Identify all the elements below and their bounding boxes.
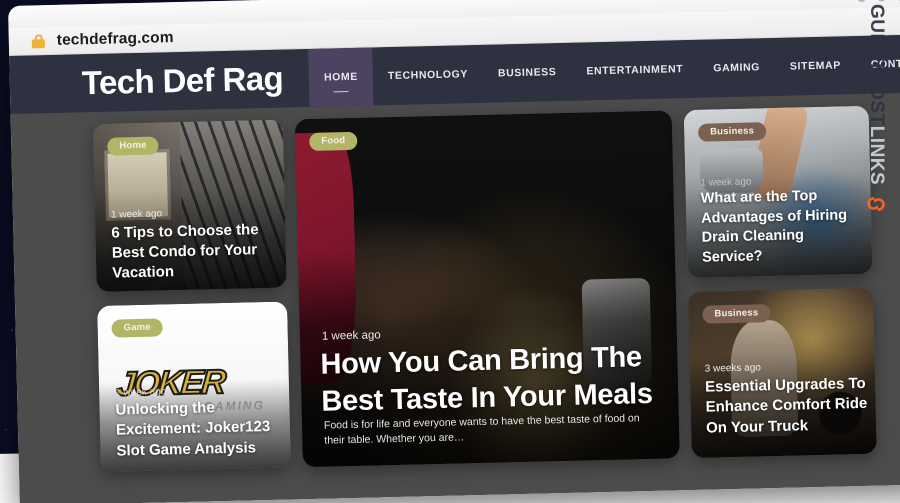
category-badge-business[interactable]: Business [697, 122, 767, 142]
site-logo[interactable]: Tech Def Rag [81, 49, 310, 112]
nav-item-technology[interactable]: TECHNOLOGY [372, 45, 483, 106]
article-card-condo[interactable]: Home 1 week ago 6 Tips to Choose the Bes… [92, 119, 287, 292]
nav-item-entertainment[interactable]: ENTERTAINMENT [571, 40, 699, 101]
article-headline[interactable]: Essential Upgrades To Enhance Comfort Ri… [705, 374, 868, 439]
article-timestamp: 1 week ago [115, 386, 167, 399]
nav-item-gaming[interactable]: GAMING [698, 38, 776, 98]
category-badge-home[interactable]: Home [107, 136, 159, 156]
window-dot-2[interactable] [876, 0, 887, 2]
article-card-truck[interactable]: Business 3 weeks ago Essential Upgrades … [687, 287, 877, 459]
window-dot-1[interactable] [856, 0, 867, 2]
window-controls[interactable] [856, 0, 900, 2]
screenshot-scene: techdefrag.com Tech Def Rag HOME TECHNOL… [0, 0, 900, 503]
site-viewport: Tech Def Rag HOME TECHNOLOGY BUSINESS EN… [9, 34, 900, 503]
article-card-joker[interactable]: JOKER GAMING Game 1 week ago Unlocking t… [97, 301, 291, 472]
lock-icon [31, 33, 46, 49]
article-headline[interactable]: How You Can Bring The Best Taste In Your… [320, 339, 665, 421]
article-headline[interactable]: 6 Tips to Choose the Best Condo for Your… [111, 220, 274, 284]
article-timestamp: 3 weeks ago [704, 362, 762, 375]
nav-item-sitemap[interactable]: SITEMAP [774, 36, 856, 96]
article-headline[interactable]: What are the Top Advantages of Hiring Dr… [701, 186, 863, 268]
nav-item-home[interactable]: HOME [308, 47, 374, 107]
nav-item-business[interactable]: BUSINESS [482, 43, 572, 103]
category-badge-game[interactable]: Game [111, 318, 164, 338]
article-card-drain[interactable]: Business 1 week ago What are the Top Adv… [683, 105, 873, 279]
url-text: techdefrag.com [56, 28, 174, 49]
category-badge-business[interactable]: Business [702, 304, 771, 324]
article-grid: Home 1 week ago 6 Tips to Choose the Bes… [92, 105, 878, 494]
nav-item-contact[interactable]: CONTACT [855, 34, 900, 94]
article-headline[interactable]: Unlocking the Excitement: Joker123 Slot … [115, 397, 278, 462]
browser-window: techdefrag.com Tech Def Rag HOME TECHNOL… [8, 0, 900, 503]
content-area: Home 1 week ago 6 Tips to Choose the Bes… [11, 92, 900, 503]
article-timestamp: 1 week ago [700, 176, 752, 189]
article-timestamp: 1 week ago [110, 208, 163, 221]
article-card-food-featured[interactable]: Food 1 week ago How You Can Bring The Be… [294, 110, 680, 468]
article-timestamp: 1 week ago [321, 329, 381, 343]
category-badge-food[interactable]: Food [309, 131, 358, 151]
